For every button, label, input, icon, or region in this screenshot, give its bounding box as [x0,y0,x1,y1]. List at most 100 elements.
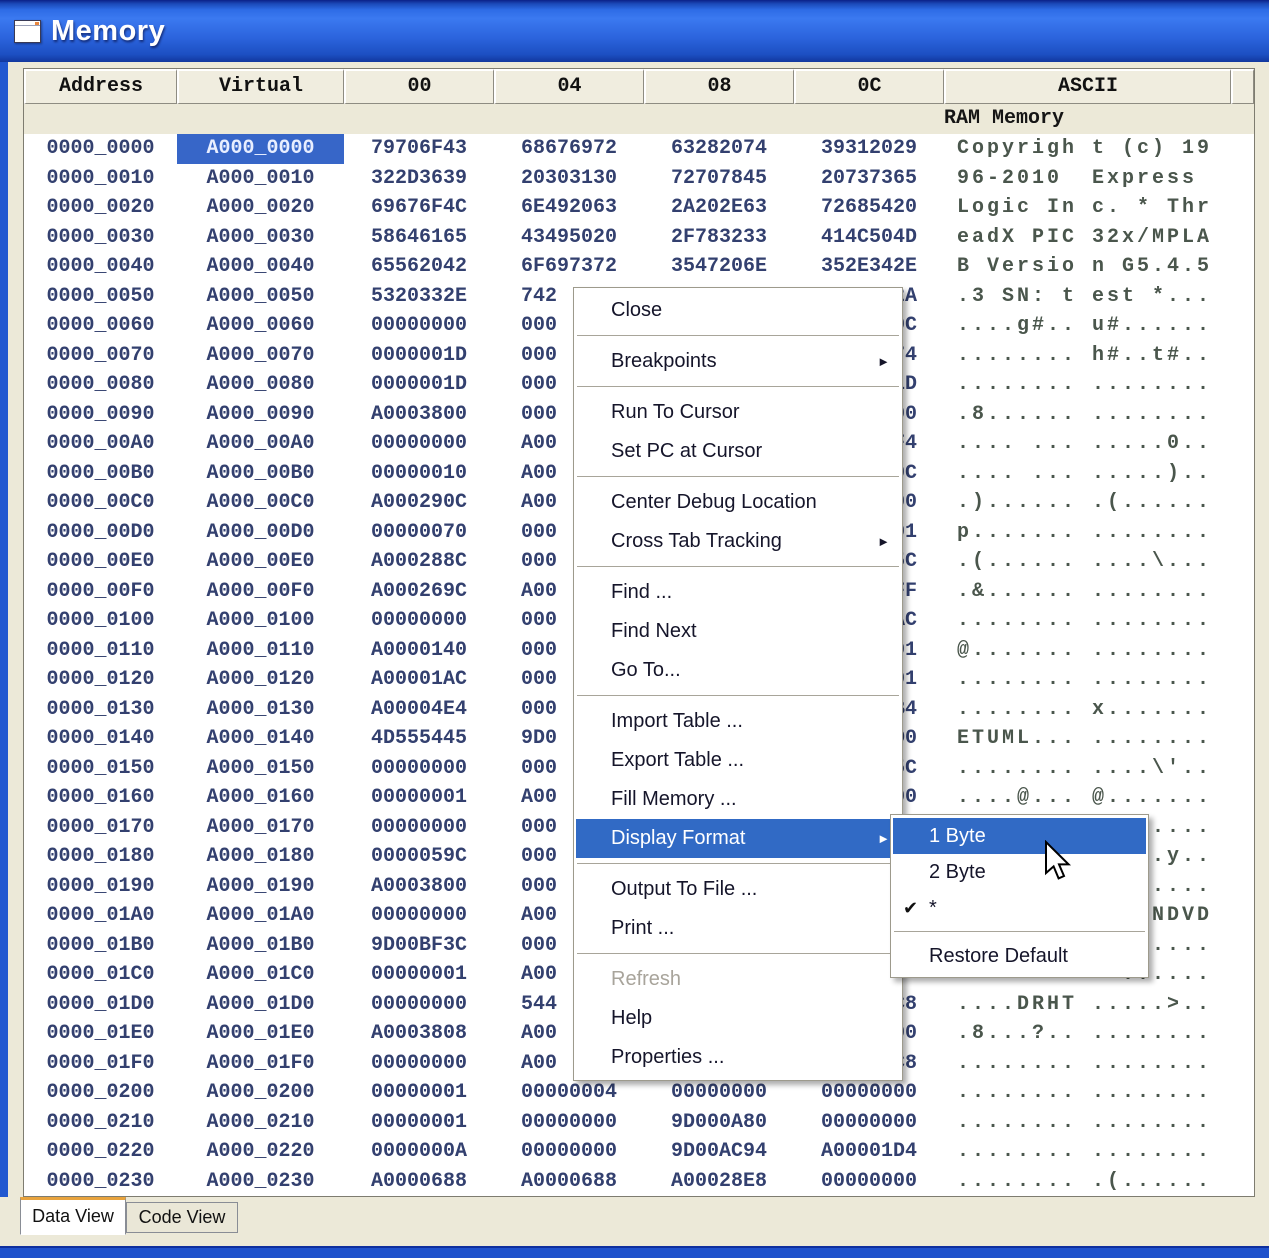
cell-virt[interactable]: A000_0090 [177,400,344,430]
cell-virt[interactable]: A000_0040 [177,252,344,282]
cell-c04[interactable]: 6E492063 [494,193,644,223]
table-row[interactable]: 0000_0000A000_000079706F4368676972632820… [24,134,1254,164]
cell-c00[interactable]: 5320332E [344,282,494,312]
cell-addr[interactable]: 0000_01B0 [24,931,177,961]
menu-item-restore-default[interactable]: Restore Default [893,938,1146,974]
cell-c00[interactable]: 00000000 [344,901,494,931]
table-row[interactable]: 0000_0020A000_002069676F4C6E4920632A202E… [24,193,1254,223]
cell-addr[interactable]: 0000_0110 [24,636,177,666]
cell-c00[interactable]: 4D555445 [344,724,494,754]
cell-virt[interactable]: A000_01D0 [177,990,344,1020]
cell-virt[interactable]: A000_01A0 [177,901,344,931]
cell-virt[interactable]: A000_0110 [177,636,344,666]
cell-addr[interactable]: 0000_0200 [24,1078,177,1108]
menu-item-display-format[interactable]: Display Format► [576,819,900,858]
menu-item-run-to-cursor[interactable]: Run To Cursor [576,393,900,432]
cell-c00[interactable]: 0000001D [344,341,494,371]
table-row[interactable]: 0000_0220A000_02200000000A000000009D00AC… [24,1137,1254,1167]
cell-virt[interactable]: A000_0130 [177,695,344,725]
column-header-08[interactable]: 08 [644,69,794,104]
cell-ascii[interactable]: ........ .(...... [944,1167,1231,1197]
cell-c08[interactable]: A00028E8 [644,1167,794,1197]
cell-virt[interactable]: A000_00F0 [177,577,344,607]
cell-virt[interactable]: A000_0120 [177,665,344,695]
menu-item-breakpoints[interactable]: Breakpoints► [576,342,900,381]
cell-virt[interactable]: A000_0070 [177,341,344,371]
cell-c00[interactable]: 00000000 [344,429,494,459]
cell-ascii[interactable]: eadX PIC 32x/MPLA [944,223,1231,253]
cell-c00[interactable]: 0000001D [344,370,494,400]
cell-addr[interactable]: 0000_0230 [24,1167,177,1197]
menu-item-2-byte[interactable]: 2 Byte [893,854,1146,890]
cell-c00[interactable]: 00000000 [344,1049,494,1079]
cell-c08[interactable]: 3547206E [644,252,794,282]
tab-data-view[interactable]: Data View [20,1197,126,1235]
cell-c00[interactable]: A000269C [344,577,494,607]
cell-ascii[interactable]: ....g#.. u#...... [944,311,1231,341]
cell-virt[interactable]: A000_00D0 [177,518,344,548]
cell-c00[interactable]: A00001AC [344,665,494,695]
cell-addr[interactable]: 0000_0060 [24,311,177,341]
cell-ascii[interactable]: ........ ........ [944,1137,1231,1167]
cell-c04[interactable]: 20303130 [494,164,644,194]
cell-addr[interactable]: 0000_0120 [24,665,177,695]
cell-virt[interactable]: A000_0050 [177,282,344,312]
cell-c08[interactable]: 2A202E63 [644,193,794,223]
cell-ascii[interactable]: @....... ........ [944,636,1231,666]
cell-ascii[interactable]: ETUML... ........ [944,724,1231,754]
cell-ascii[interactable]: ........ ........ [944,665,1231,695]
cell-virt[interactable]: A000_0230 [177,1167,344,1197]
cell-ascii[interactable]: ........ ........ [944,1078,1231,1108]
column-header-ascii[interactable]: ASCII [944,69,1231,104]
cell-c08[interactable]: 9D00AC94 [644,1137,794,1167]
cell-c00[interactable]: A0003808 [344,1019,494,1049]
cell-c00[interactable]: 0000059C [344,842,494,872]
cell-c00[interactable]: 00000010 [344,459,494,489]
cell-c04[interactable]: 00000000 [494,1108,644,1138]
cell-c0c[interactable]: 00000000 [794,1167,944,1197]
cell-c00[interactable]: 322D3639 [344,164,494,194]
cell-c04[interactable]: 00000000 [494,1137,644,1167]
table-row[interactable]: 0000_0010A000_0010322D363920303130727078… [24,164,1254,194]
cell-addr[interactable]: 0000_0140 [24,724,177,754]
menu-item-print[interactable]: Print ... [576,909,900,948]
cell-ascii[interactable]: .3 SN: t est *... [944,282,1231,312]
cell-virt[interactable]: A000_01C0 [177,960,344,990]
cell-virt[interactable]: A000_0210 [177,1108,344,1138]
cell-virt[interactable]: A000_0190 [177,872,344,902]
cell-c0c[interactable]: 414C504D [794,223,944,253]
cell-c00[interactable]: 58646165 [344,223,494,253]
cell-ascii[interactable]: 96-2010 Express [944,164,1231,194]
menu-item-find[interactable]: Find ... [576,573,900,612]
table-row[interactable]: 0000_0030A000_003058646165434950202F7832… [24,223,1254,253]
column-header-00[interactable]: 00 [344,69,494,104]
cell-ascii[interactable]: Copyrigh t (c) 19 [944,134,1231,164]
column-header-04[interactable]: 04 [494,69,644,104]
cell-c00[interactable]: A0000688 [344,1167,494,1197]
cell-addr[interactable]: 0000_0090 [24,400,177,430]
cell-c00[interactable]: 00000001 [344,1078,494,1108]
cell-addr[interactable]: 0000_0040 [24,252,177,282]
cell-c00[interactable]: A000290C [344,488,494,518]
menu-item-center-debug-location[interactable]: Center Debug Location [576,483,900,522]
cell-c00[interactable]: 00000000 [344,813,494,843]
cell-c08[interactable]: 00000000 [644,1078,794,1108]
cell-addr[interactable]: 0000_0050 [24,282,177,312]
cell-virt[interactable]: A000_00A0 [177,429,344,459]
cell-virt[interactable]: A000_0020 [177,193,344,223]
cell-ascii[interactable]: .&...... ........ [944,577,1231,607]
cell-addr[interactable]: 0000_00C0 [24,488,177,518]
cell-ascii[interactable]: ........ ....\'.. [944,754,1231,784]
cell-addr[interactable]: 0000_0170 [24,813,177,843]
cell-ascii[interactable]: p....... ........ [944,518,1231,548]
cell-addr[interactable]: 0000_00E0 [24,547,177,577]
cell-c08[interactable]: 2F783233 [644,223,794,253]
cell-ascii[interactable]: ........ ........ [944,370,1231,400]
cell-c00[interactable]: A0003800 [344,872,494,902]
cell-virt[interactable]: A000_0140 [177,724,344,754]
cell-virt[interactable]: A000_0080 [177,370,344,400]
cell-virt[interactable]: A000_0200 [177,1078,344,1108]
cell-addr[interactable]: 0000_0080 [24,370,177,400]
tab-code-view[interactable]: Code View [126,1202,238,1233]
table-row[interactable]: 0000_0210A000_021000000001000000009D000A… [24,1108,1254,1138]
